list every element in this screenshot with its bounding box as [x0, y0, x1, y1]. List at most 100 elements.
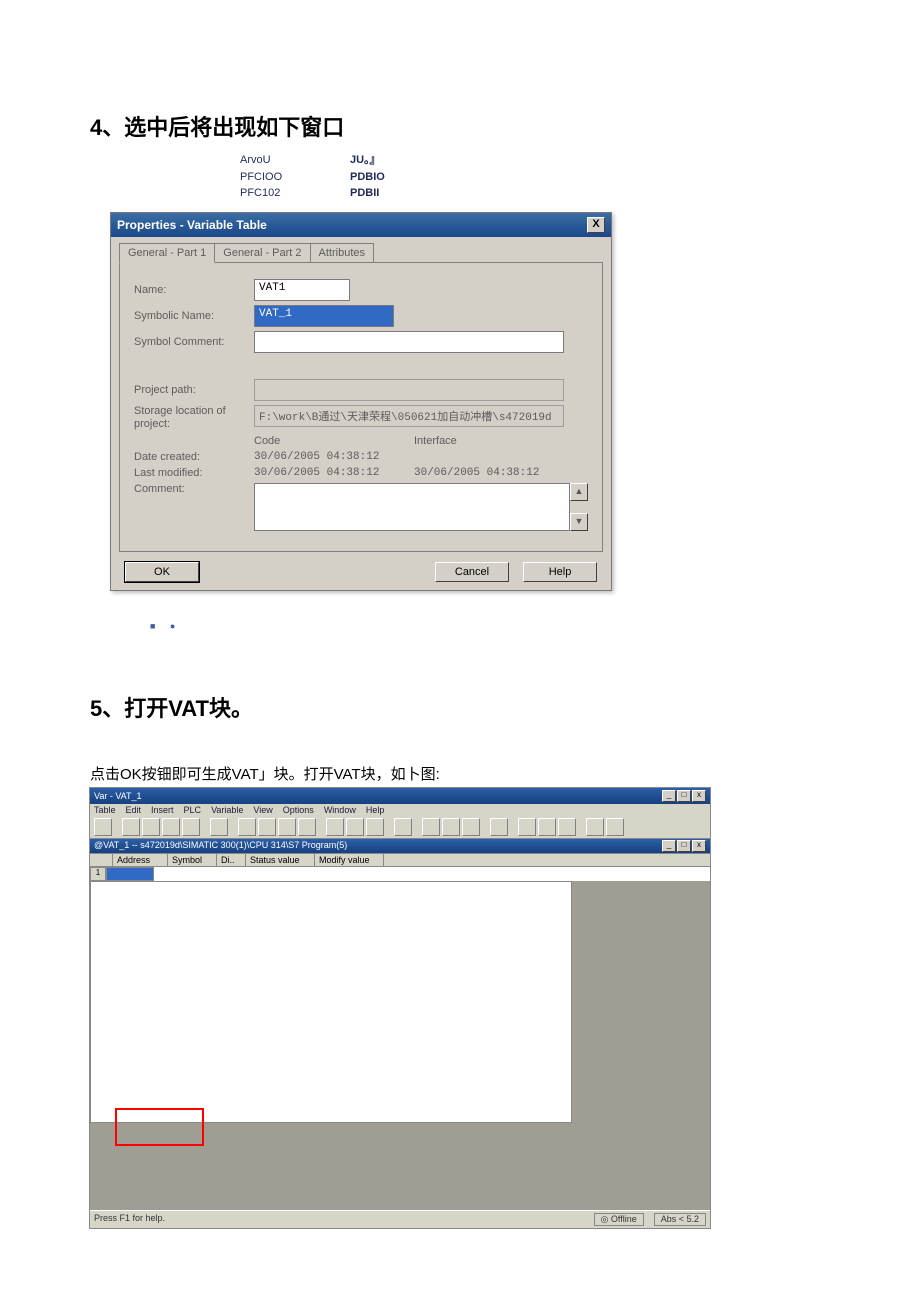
frag-cell: JU。』	[350, 152, 381, 169]
last-modified-interface: 30/06/2005 04:38:12	[414, 467, 574, 479]
label-storage-location: Storage location of project:	[134, 405, 254, 431]
address-cell[interactable]	[106, 867, 154, 881]
symbol-comment-field[interactable]	[254, 331, 564, 353]
label-symbolic-name: Symbolic Name:	[134, 310, 254, 322]
dialog-titlebar: Properties - Variable Table X	[111, 213, 611, 237]
help-button[interactable]: Help	[523, 562, 597, 582]
toolbar-button[interactable]	[182, 818, 200, 836]
heading-5: 5、打开VAT块。	[90, 691, 830, 723]
column-header[interactable]	[90, 854, 113, 866]
inner-window-titlebar: @VAT_1 -- s472019d\SIMATIC 300(1)\CPU 31…	[90, 839, 710, 853]
tab-general-part1[interactable]: General - Part 1	[119, 243, 215, 263]
menu-item-variable[interactable]: Variable	[211, 805, 243, 815]
toolbar-button[interactable]	[258, 818, 276, 836]
name-field[interactable]: VAT1	[254, 279, 350, 301]
toolbar-button[interactable]	[326, 818, 344, 836]
frag-cell: PDBIO	[350, 169, 385, 186]
editor-title: Var - VAT_1	[94, 791, 142, 801]
body-paragraph: 点击OK按钿即可生成VAT」块。打开VAT块，如卜图:	[90, 763, 830, 784]
toolbar-button[interactable]	[518, 818, 536, 836]
column-header-interface: Interface	[414, 435, 574, 447]
project-path-field	[254, 379, 564, 401]
ok-button[interactable]: OK	[125, 562, 199, 582]
maximize-icon[interactable]: □	[677, 790, 691, 802]
menu-item-window[interactable]: Window	[324, 805, 356, 815]
toolbar-button[interactable]	[238, 818, 256, 836]
inner-window-title: @VAT_1 -- s472019d\SIMATIC 300(1)\CPU 31…	[94, 840, 347, 852]
table-body[interactable]	[90, 881, 572, 1123]
toolbar-button[interactable]	[394, 818, 412, 836]
maximize-icon[interactable]: □	[677, 840, 691, 852]
label-symbol-comment: Symbol Comment:	[134, 336, 254, 348]
column-header[interactable]: Address	[113, 854, 168, 866]
red-highlight-box	[115, 1108, 204, 1146]
comment-textarea[interactable]	[254, 483, 570, 531]
column-header[interactable]: Status value	[246, 854, 315, 866]
close-icon[interactable]: x	[692, 790, 706, 802]
menu-item-plc[interactable]: PLC	[184, 805, 202, 815]
toolbar-button[interactable]	[366, 818, 384, 836]
toolbar-button[interactable]	[122, 818, 140, 836]
toolbar-button[interactable]	[442, 818, 460, 836]
close-icon[interactable]: x	[692, 840, 706, 852]
menu-item-options[interactable]: Options	[283, 805, 314, 815]
symbolic-name-field[interactable]: VAT_1	[254, 305, 394, 327]
last-modified-code: 30/06/2005 04:38:12	[254, 467, 414, 479]
vat-editor-window: Var - VAT_1 _ □ x Table Edit Insert PLC Vari…	[90, 788, 710, 1228]
minimize-icon[interactable]: _	[662, 840, 676, 852]
toolbar-button[interactable]	[94, 818, 112, 836]
editor-status-bar: Press F1 for help. ◎ Offline Abs < 5.2	[90, 1210, 710, 1228]
toolbar-button[interactable]	[538, 818, 556, 836]
editor-titlebar: Var - VAT_1 _ □ x	[90, 788, 710, 804]
label-date-created: Date created:	[134, 451, 254, 463]
tab-general-part2[interactable]: General - Part 2	[214, 243, 310, 263]
toolbar-button[interactable]	[586, 818, 604, 836]
toolbar-button[interactable]	[162, 818, 180, 836]
frag-cell: PFCIOO	[240, 169, 350, 186]
label-name: Name:	[134, 284, 254, 296]
storage-location-field: F:\work\B通过\天津荣程\050621加自动冲槽\s472019d	[254, 405, 564, 427]
minimize-icon[interactable]: _	[662, 790, 676, 802]
dialog-title: Properties - Variable Table	[117, 218, 267, 232]
date-created-code: 30/06/2005 04:38:12	[254, 451, 414, 463]
column-header-code: Code	[254, 435, 414, 447]
toolbar-button[interactable]	[142, 818, 160, 836]
frag-cell: PDBII	[350, 185, 379, 202]
status-help-text: Press F1 for help.	[94, 1213, 165, 1226]
decorative-dots: ■ ●	[150, 621, 830, 631]
toolbar-button[interactable]	[298, 818, 316, 836]
toolbar-button[interactable]	[462, 818, 480, 836]
block-list-fragment: ArvoUJU。』 PFCIOOPDBIO PFC102PDBII	[240, 152, 830, 202]
frag-cell: ArvoU	[240, 152, 350, 169]
toolbar-button[interactable]	[210, 818, 228, 836]
column-header[interactable]: Di..	[217, 854, 246, 866]
editor-toolbar	[90, 816, 710, 839]
tab-strip: General - Part 1 General - Part 2 Attrib…	[119, 243, 603, 263]
menu-item-insert[interactable]: Insert	[151, 805, 174, 815]
cancel-button[interactable]: Cancel	[435, 562, 509, 582]
toolbar-button[interactable]	[558, 818, 576, 836]
menu-item-help[interactable]: Help	[366, 805, 385, 815]
status-connection: ◎ Offline	[594, 1213, 644, 1226]
close-icon[interactable]: X	[587, 217, 605, 233]
tab-panel: Name: VAT1 Symbolic Name: VAT_1 Symbol C…	[119, 262, 603, 552]
table-header-row: AddressSymbolDi..Status valueModify valu…	[90, 853, 710, 867]
table-row[interactable]: 1	[90, 867, 710, 881]
menu-item-view[interactable]: View	[253, 805, 272, 815]
toolbar-button[interactable]	[606, 818, 624, 836]
toolbar-button[interactable]	[422, 818, 440, 836]
heading-4: 4、选中后将出现如下窗口	[90, 110, 830, 142]
scroll-up-icon[interactable]: ▲	[570, 483, 588, 501]
menu-item-table[interactable]: Table	[94, 805, 116, 815]
column-header[interactable]: Modify value	[315, 854, 384, 866]
status-abs: Abs < 5.2	[654, 1213, 706, 1226]
toolbar-button[interactable]	[346, 818, 364, 836]
tab-attributes[interactable]: Attributes	[310, 243, 374, 263]
toolbar-button[interactable]	[278, 818, 296, 836]
toolbar-button[interactable]	[490, 818, 508, 836]
row-number: 1	[90, 867, 106, 881]
scroll-down-icon[interactable]: ▼	[570, 513, 588, 531]
menu-item-edit[interactable]: Edit	[126, 805, 142, 815]
label-comment: Comment:	[134, 483, 254, 495]
column-header[interactable]: Symbol	[168, 854, 217, 866]
